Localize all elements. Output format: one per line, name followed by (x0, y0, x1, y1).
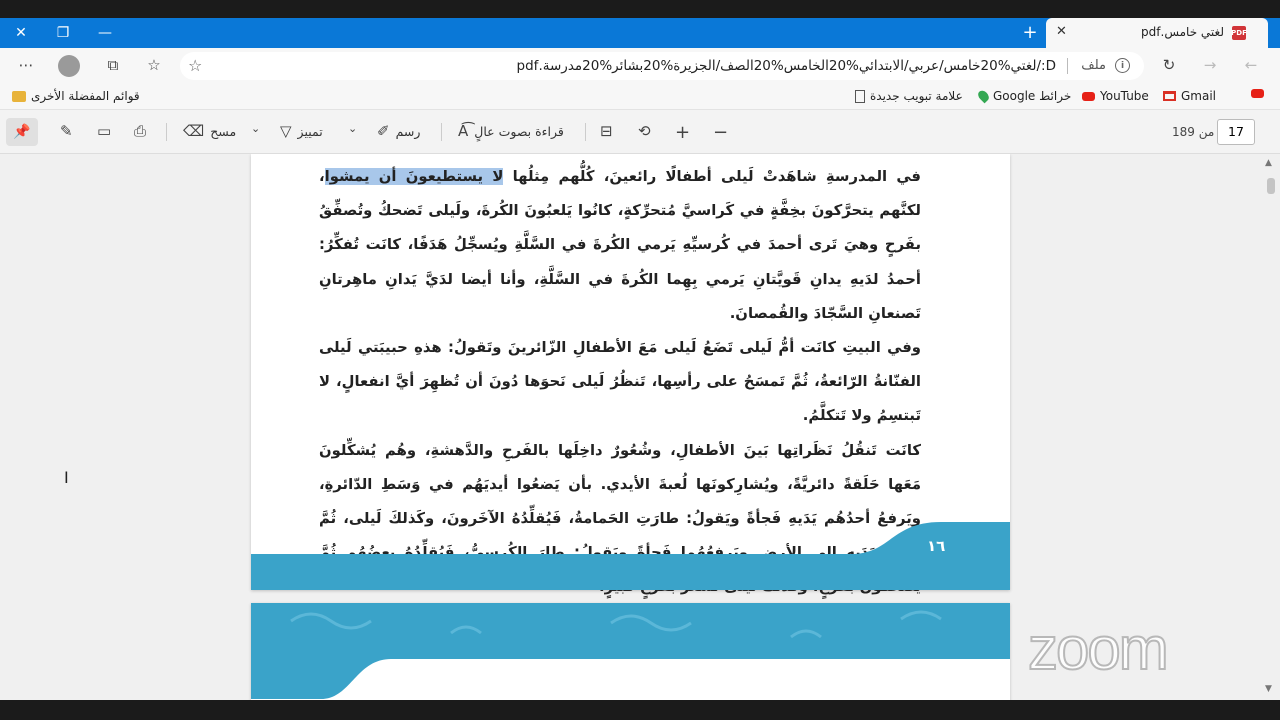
fav-item-gmail[interactable]: Gmail (1163, 89, 1216, 103)
page-number: ١٦ (927, 537, 946, 555)
pen-icon: ✐ (377, 122, 390, 140)
zoom-out-icon[interactable]: − (713, 122, 728, 143)
pdf-file-icon: PDF (1231, 26, 1247, 40)
erase-label: مسح (210, 123, 237, 139)
youtube-icon (1082, 91, 1095, 101)
tab-close-icon[interactable]: ✕ (1056, 24, 1067, 39)
paragraph-1: في المدرسةِ شاهَدتْ لَيلى أطفالًا رائعين… (319, 160, 921, 331)
other-favorites-label: قوائم المفضلة الأخرى (31, 89, 140, 103)
fav-item-maps[interactable]: خرائط Google (976, 88, 1072, 104)
vertical-scrollbar[interactable]: ▲ ▼ (1262, 154, 1280, 700)
folder-icon (12, 90, 26, 102)
document-icon (855, 89, 865, 103)
draw-dropdown-icon[interactable]: ⌄ (348, 122, 357, 135)
paragraph-2: وفي البيتِ كانَت أمُّ لَيلى تَضَعُ لَيلى… (319, 339, 921, 425)
tab-strip: ✕ ❐ — + ✕ لغتي خامس.pdf PDF (0, 18, 1280, 48)
top-black-bar (0, 0, 1280, 18)
pdf-page: في المدرسةِ شاهَدتْ لَيلى أطفالًا رائعين… (251, 154, 1010, 595)
fav-item-new-tab[interactable]: علامة تبويب جديدة (855, 89, 963, 103)
text-cursor-icon: I (64, 468, 69, 487)
fav-label-gmail: Gmail (1181, 89, 1217, 103)
page-total: من 189 (1172, 125, 1215, 139)
save-as-icon[interactable]: ✎ (60, 122, 73, 140)
rotate-icon[interactable]: ⟲ (638, 122, 651, 140)
youtube-icon (1251, 89, 1264, 98)
paragraph-1-start: في المدرسةِ شاهَدتْ لَيلى أطفالًا رائعين… (503, 168, 921, 185)
collections-icon[interactable]: ⧉ (102, 56, 124, 74)
highlight-label: تمييز (297, 123, 323, 139)
page-number-input[interactable]: 17 (1217, 119, 1255, 145)
fav-item-youtube[interactable]: YouTube (1082, 89, 1149, 103)
fav-label-maps: خرائط Google (993, 89, 1072, 103)
new-tab-button[interactable]: + (1018, 22, 1042, 43)
tab-title: لغتي خامس.pdf (1141, 25, 1224, 39)
favorites-icon[interactable]: ☆ (143, 56, 165, 74)
save-icon[interactable]: ▭ (97, 122, 111, 140)
other-favorites[interactable]: قوائم المفضلة الأخرى (12, 89, 140, 103)
address-bar[interactable]: ☆ D:/لغتي%20خامس/عربي/الابتدائي%20الخامس… (180, 52, 1144, 80)
more-options-icon[interactable]: ⋯ (15, 56, 37, 74)
url-text: D:/لغتي%20خامس/عربي/الابتدائي%20الخامس%2… (516, 58, 1056, 74)
close-window-button[interactable]: ✕ (0, 18, 42, 48)
paragraph-1-rest: ، لكنَّهم يتحرَّكونَ بخِفَّةٍ في كَراسيَ… (319, 168, 921, 322)
erase-button[interactable]: مسح ⌫ (183, 122, 236, 140)
scroll-down-icon[interactable]: ▼ (1265, 684, 1272, 694)
profile-avatar[interactable] (58, 55, 80, 77)
zoom-in-icon[interactable]: + (675, 122, 690, 143)
read-aloud-icon: A͡ (458, 122, 469, 140)
gmail-icon (1163, 91, 1176, 101)
selected-text[interactable]: لا يستطيعونَ أن يمشوا (324, 168, 504, 185)
bottom-black-bar (0, 700, 1280, 720)
pin-toolbar-icon[interactable]: 📌 (6, 118, 38, 146)
favorites-bar: قوائم المفضلة الأخرى علامة تبويب جديدة خ… (0, 84, 1280, 110)
fav-label-new-tab: علامة تبويب جديدة (870, 89, 963, 103)
url-separator (1067, 58, 1068, 74)
highlight-button[interactable]: تمييز ▽ (280, 122, 323, 140)
restore-window-button[interactable]: ❐ (42, 18, 84, 48)
read-aloud-label: قراءة بصوت عالٍ (474, 123, 564, 139)
toolbar-separator (166, 123, 167, 141)
scroll-up-icon[interactable]: ▲ (1265, 158, 1272, 168)
next-page-header-banner (251, 603, 1010, 699)
fav-label-youtube: YouTube (1100, 89, 1149, 103)
fav-item-youtube-2[interactable] (1251, 89, 1264, 98)
site-info-icon[interactable]: i (1115, 58, 1130, 73)
print-icon[interactable]: ⎙ (134, 122, 146, 140)
back-arrow-icon[interactable]: ← (1240, 56, 1262, 74)
tab-pdf[interactable]: ✕ لغتي خامس.pdf PDF (1046, 18, 1268, 48)
draw-button[interactable]: رسم ✐ (377, 122, 420, 140)
eraser-icon: ⌫ (183, 122, 205, 140)
screen: ✕ ❐ — + ✕ لغتي خامس.pdf PDF ⋯ ⧉ ☆ ☆ D:/ل… (0, 0, 1280, 720)
scrollbar-thumb[interactable] (1267, 178, 1275, 194)
read-aloud-button[interactable]: قراءة بصوت عالٍ A͡ (458, 122, 564, 140)
toolbar-separator (441, 123, 442, 141)
draw-label: رسم (395, 123, 421, 139)
zoom-watermark: zoom (1027, 614, 1170, 683)
address-row: ⋯ ⧉ ☆ ☆ D:/لغتي%20خامس/عربي/الابتدائي%20… (0, 48, 1280, 84)
highlighter-icon: ▽ (280, 122, 292, 140)
highlight-dropdown-icon[interactable]: ⌄ (251, 122, 260, 135)
minimize-window-button[interactable]: — (84, 18, 126, 48)
page-view-icon[interactable]: ⊟ (600, 122, 613, 140)
pdf-toolbar: 📌 ✎ ▭ ⎙ مسح ⌫ ⌄ تمييز ▽ ⌄ رسم ✐ قراءة بص… (0, 110, 1280, 154)
maps-icon (976, 88, 991, 104)
url-scheme-label: ملف (1081, 58, 1106, 73)
forward-arrow-icon[interactable]: → (1199, 56, 1221, 74)
toolbar-separator (585, 123, 586, 141)
add-favorite-star-icon[interactable]: ☆ (188, 56, 202, 75)
pdf-next-page (251, 603, 1010, 700)
refresh-icon[interactable]: ↻ (1158, 56, 1180, 74)
page-footer-banner (251, 522, 1010, 590)
